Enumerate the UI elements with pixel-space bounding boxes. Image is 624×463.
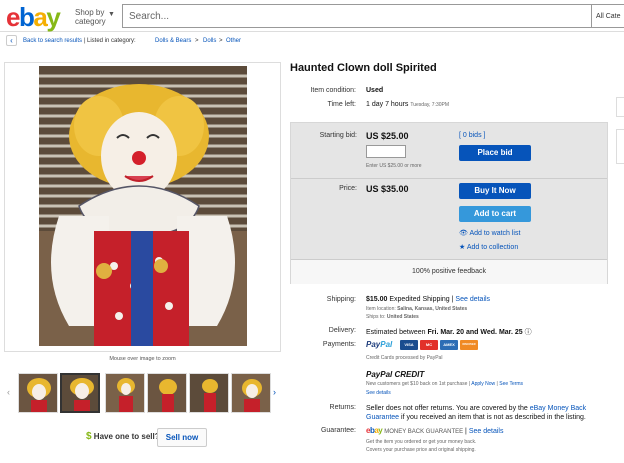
bid-divider xyxy=(291,178,607,179)
eye-icon: 👁 xyxy=(459,230,468,237)
delivery-label: Delivery: xyxy=(328,327,356,334)
add-to-collection-link[interactable]: ★ Add to collection xyxy=(459,243,518,251)
price-value: US $35.00 xyxy=(366,184,409,194)
thumbnail-4[interactable] xyxy=(147,373,187,413)
payments-label: Payments: xyxy=(322,341,356,348)
apply-now-link[interactable]: Apply Now xyxy=(471,381,495,387)
paypal-see-details-link[interactable]: See details xyxy=(366,390,391,396)
listed-in-label: Listed in category: xyxy=(87,38,136,44)
delivery-value: Estimated between Fri. Mar. 20 and Wed. … xyxy=(366,329,532,336)
thumbnail-6[interactable] xyxy=(231,373,271,413)
star-icon: ★ xyxy=(459,244,466,251)
sell-now-button[interactable]: Sell now xyxy=(157,428,207,447)
chevron-down-icon: ▼ xyxy=(108,11,115,18)
ebay-mbg-logo: ebay xyxy=(366,426,383,435)
guarantee-badge: ebay MONEY BACK GUARANTEE | See details xyxy=(366,426,504,435)
starting-bid-label: Starting bid: xyxy=(319,132,357,139)
breadcrumb-dolls-bears[interactable]: Dolls & Bears xyxy=(155,38,191,44)
price-label: Price: xyxy=(339,185,357,192)
ships-to: Ships to: United States xyxy=(366,314,419,320)
returns-text: Seller does not offer returns. You are c… xyxy=(366,405,587,421)
shipping-label: Shipping: xyxy=(326,296,356,303)
time-left-value: 1 day 7 hours Tuesday, 7:30PM xyxy=(366,101,450,108)
item-location: Item location: Salina, Kansas, United St… xyxy=(366,306,468,312)
paypal-credit-offer: New customers get $10 back on 1st purcha… xyxy=(366,381,524,387)
search-input[interactable]: Search... xyxy=(122,4,592,28)
bid-hint: Enter US $25.00 or more xyxy=(366,163,422,169)
condition-value: Used xyxy=(366,87,384,94)
side-panel-edge xyxy=(616,97,624,117)
thumbnail-3[interactable] xyxy=(105,373,145,413)
seller-feedback: 100% positive feedback xyxy=(291,259,607,284)
breadcrumb-other[interactable]: Other xyxy=(226,38,241,44)
thumbnail-1[interactable] xyxy=(18,373,58,413)
back-to-search-link[interactable]: Back to search results xyxy=(23,38,82,44)
zoom-hint: Mouse over image to zoom xyxy=(109,356,176,362)
thumbnail-strip: ‹ › xyxy=(4,371,282,416)
search-category-select[interactable]: All Cate xyxy=(592,4,624,28)
shop-by-category-button[interactable]: Shop by category ▼ xyxy=(75,8,115,26)
visa-card-icon: VISA xyxy=(400,340,418,350)
thumbnail-5[interactable] xyxy=(189,373,229,413)
guarantee-label: Guarantee: xyxy=(320,427,356,434)
info-icon[interactable]: ⓘ xyxy=(525,329,532,336)
sell-prompt: $ Have one to sell? xyxy=(86,431,160,442)
place-bid-button[interactable]: Place bid xyxy=(459,145,531,161)
thumbnail-prev-arrow-icon[interactable]: ‹ xyxy=(7,387,10,397)
side-panel-edge xyxy=(616,129,624,164)
buy-it-now-button[interactable]: Buy It Now xyxy=(459,183,531,199)
guarantee-line1: Get the item you ordered or get your mon… xyxy=(366,439,477,445)
starting-bid-value: US $25.00 xyxy=(366,131,409,141)
discover-icon: DISCOVER xyxy=(460,340,478,350)
guarantee-see-details-link[interactable]: See details xyxy=(469,428,504,435)
add-to-watch-list-link[interactable]: 👁 Add to watch list xyxy=(459,229,520,237)
main-product-photo[interactable] xyxy=(39,66,247,346)
see-terms-link[interactable]: See Terms xyxy=(499,381,523,387)
ebay-logo[interactable]: ebay xyxy=(6,2,61,33)
mastercard-icon: MC xyxy=(420,340,438,350)
payments-processed-note: Credit Cards processed by PayPal xyxy=(366,355,443,361)
main-photo-frame xyxy=(4,62,281,352)
bid-panel: Starting bid: US $25.00 [ 0 bids ] Enter… xyxy=(290,122,608,284)
thumbnail-2[interactable] xyxy=(60,373,100,413)
shipping-value: $15.00 Expedited Shipping | See details xyxy=(366,296,491,303)
breadcrumb: ‹ Back to search results | Listed in cat… xyxy=(0,33,624,51)
bid-amount-input[interactable] xyxy=(366,145,406,158)
add-to-cart-button[interactable]: Add to cart xyxy=(459,206,531,222)
thumbnail-next-arrow-icon[interactable]: › xyxy=(273,387,276,397)
returns-label: Returns: xyxy=(329,404,356,411)
guarantee-line2: Covers your purchase price and original … xyxy=(366,447,476,453)
condition-label: Item condition: xyxy=(310,87,356,94)
item-title: Haunted Clown doll Spirited xyxy=(290,62,437,74)
bids-count-link[interactable]: [ 0 bids ] xyxy=(459,132,485,139)
back-arrow-icon[interactable]: ‹ xyxy=(6,35,17,46)
paypal-credit-logo: PayPal CREDIT xyxy=(366,370,425,379)
site-header: ebay Shop by category ▼ Search... All Ca… xyxy=(0,0,624,32)
amex-icon: AMEX xyxy=(440,340,458,350)
breadcrumb-dolls[interactable]: Dolls xyxy=(203,38,216,44)
time-left-label: Time left: xyxy=(327,101,356,108)
shipping-see-details-link[interactable]: See details xyxy=(455,296,490,303)
dollar-icon: $ xyxy=(86,431,92,442)
paypal-logo: PayPal xyxy=(366,340,393,349)
